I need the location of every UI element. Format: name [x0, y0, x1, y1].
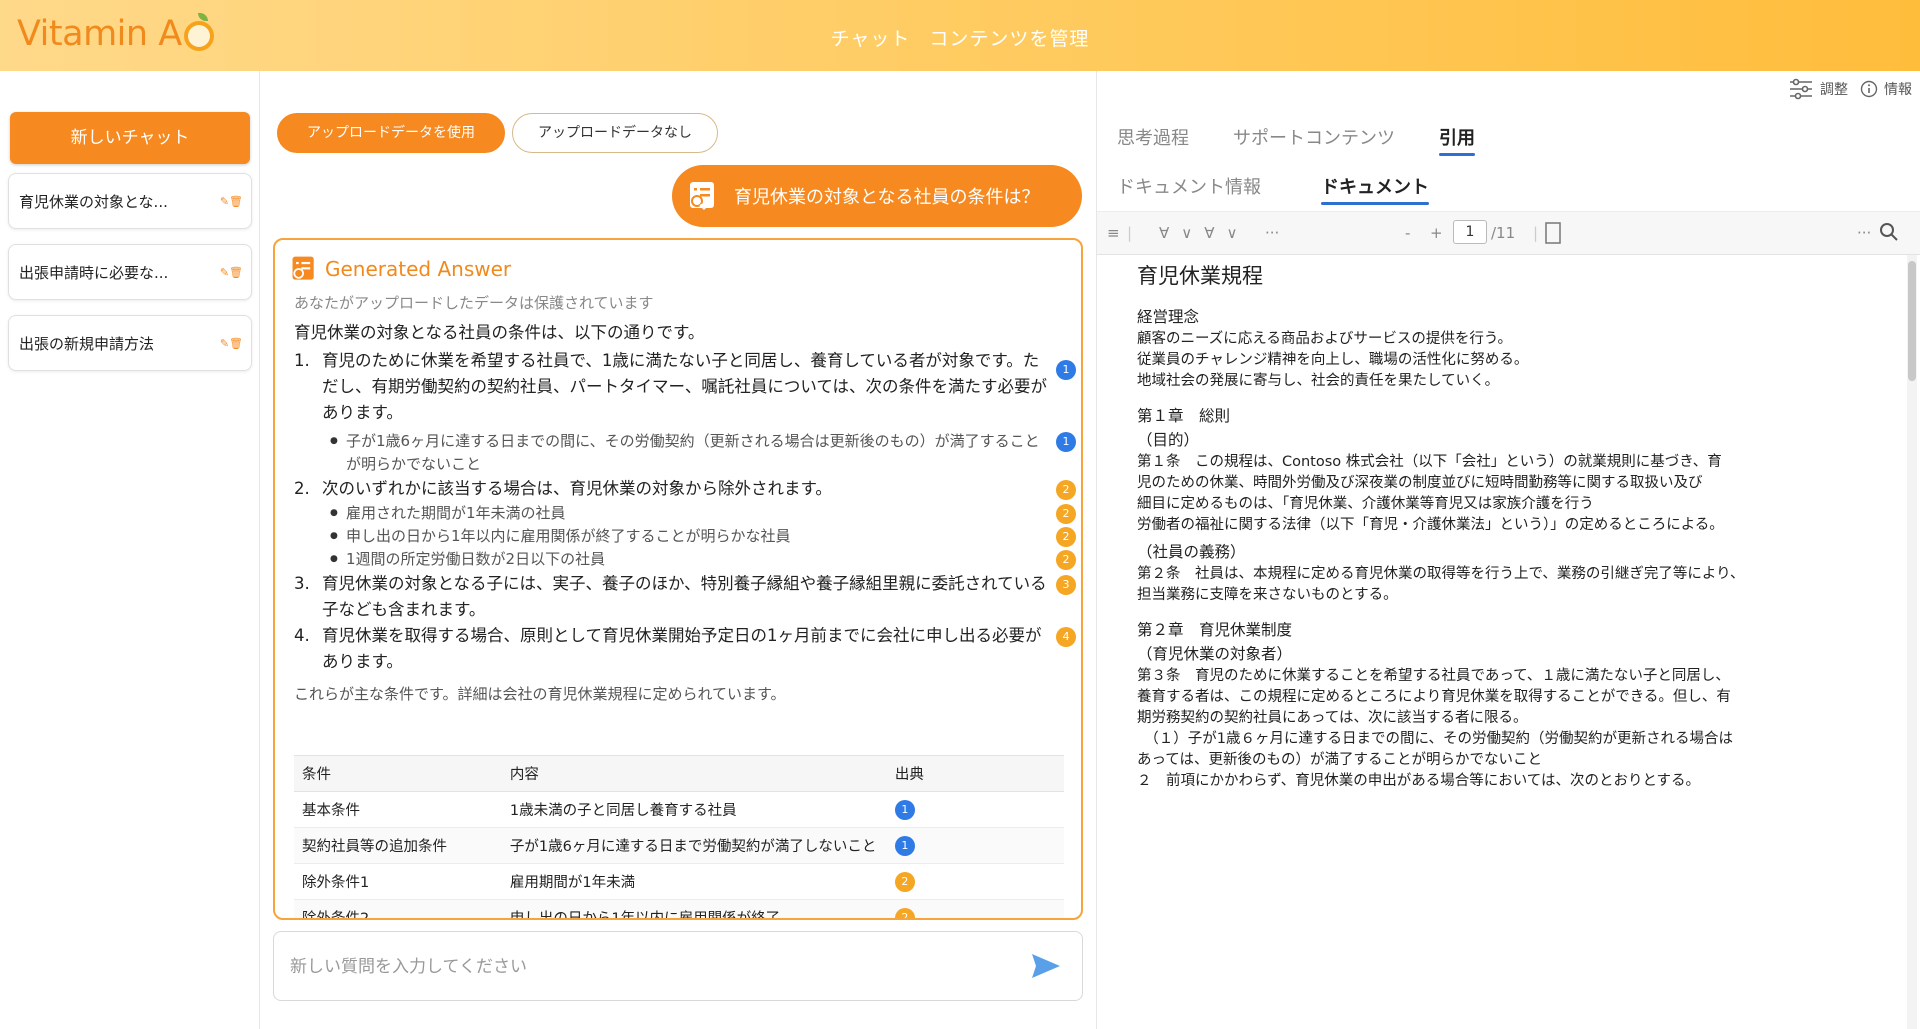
chat-area: アップロードデータを使用 アップロードデータなし 育児休業の対象となる社員の条件…: [261, 71, 1096, 1029]
panel-tabs: 思考過程 サポートコンテンツ 引用: [1117, 124, 1475, 156]
citation-badge[interactable]: 2: [1056, 527, 1076, 547]
tab-thought-process[interactable]: 思考過程: [1117, 124, 1189, 156]
table-row: 除外条件1 雇用期間が1年未満 2: [294, 863, 1064, 900]
generated-answer-card: Generated Answer あなたがアップロードしたデータは保護されていま…: [273, 238, 1083, 920]
citation-badge[interactable]: 4: [1056, 627, 1076, 647]
history-item-label: 出張申請時に必要な...: [19, 264, 169, 282]
sidebar: 新しいチャット 育児休業の対象とな... ✎🗑 出張申請時に必要な... ✎🗑 …: [0, 71, 260, 1029]
citation-badge[interactable]: 1: [894, 799, 915, 820]
answer-list-item: 3. 育児休業の対象となる子には、実子、養子のほか、特別養子縁組や養子縁組里親に…: [294, 571, 1076, 623]
citation-badge[interactable]: 3: [1056, 575, 1076, 595]
page-view-icon[interactable]: [1545, 222, 1561, 248]
sidebar-toggle-icon[interactable]: ≡: [1107, 224, 1120, 242]
tab-support-content[interactable]: サポートコンテンツ: [1233, 124, 1395, 156]
answer-closing: これらが主な条件です。詳細は会社の育児休業規程に定められています。: [294, 685, 786, 703]
nav-chat[interactable]: チャット: [831, 28, 911, 50]
answer-sub-item: 申し出の日から1年以内に雇用関係が終了することが明らかな社員 2: [294, 525, 1076, 548]
citation-badge[interactable]: 2: [894, 871, 915, 892]
nav-manage-content[interactable]: コンテンツを管理: [929, 28, 1089, 50]
table-header-row: 条件 内容 出典: [294, 755, 1064, 792]
question-input-box: [273, 931, 1083, 1001]
citation-badge[interactable]: 1: [1056, 432, 1076, 452]
edit-delete-icons[interactable]: ✎🗑: [220, 316, 243, 372]
answer-title: Generated Answer: [325, 257, 512, 281]
document-scrollbar[interactable]: [1907, 255, 1917, 1029]
history-item[interactable]: 育児休業の対象とな... ✎🗑: [8, 173, 252, 229]
history-item[interactable]: 出張申請時に必要な... ✎🗑: [8, 244, 252, 300]
pdf-document-page: 育児休業規程 経営理念 顧客のニーズに応える商品およびサービスの提供を行う。 従…: [1097, 255, 1905, 1029]
history-item-label: 出張の新規申請方法: [19, 335, 155, 353]
edit-delete-icons[interactable]: ✎🗑: [220, 174, 243, 230]
answer-list-item: 4. 育児休業を取得する場合、原則として育児休業開始予定日の1ヶ月前までに会社に…: [294, 623, 1076, 675]
table-header: 条件: [294, 755, 502, 792]
table-row: 契約社員等の追加条件 子が1歳6ヶ月に達する日まで労働契約が満了しないこと 1: [294, 827, 1064, 864]
tab-citation[interactable]: 引用: [1439, 124, 1475, 156]
app-header: Vitamin A チャット コンテンツを管理: [0, 0, 1920, 71]
tab-document-info[interactable]: ドキュメント情報: [1117, 173, 1261, 205]
document-search-icon: [292, 256, 314, 280]
pdf-toolbar: ≡ | ∀∨∀∨ ··· - + 1 /11 | ···: [1097, 211, 1920, 255]
top-nav: チャット コンテンツを管理: [0, 24, 1920, 51]
toolbar-divider: |: [1127, 224, 1133, 242]
table-header: 内容: [501, 755, 887, 792]
history-item-label: 育児休業の対象とな...: [19, 193, 168, 211]
zoom-in-button[interactable]: +: [1430, 224, 1443, 242]
answer-list-item: 2. 次のいずれかに該当する場合は、育児休業の対象から除外されます。 2: [294, 476, 1076, 502]
table-row: 除外条件2 申し出の日から1年以内に雇用関係が終了 2: [294, 899, 1064, 918]
answer-sub-item: 子が1歳6ヶ月に達する日までの間に、その労働契約（更新される場合は更新後のもの）…: [294, 430, 1076, 476]
citation-badge[interactable]: 2: [1056, 480, 1076, 500]
answer-sub-item: 1週間の所定労働日数が2日以下の社員 2: [294, 548, 1076, 571]
document-content: 育児休業規程 経営理念 顧客のニーズに応える商品およびサービスの提供を行う。 従…: [1137, 261, 1877, 792]
scrollbar-thumb[interactable]: [1908, 261, 1916, 381]
send-icon[interactable]: [1030, 952, 1062, 980]
question-input[interactable]: [290, 952, 990, 982]
new-chat-button[interactable]: 新しいチャット: [10, 112, 250, 164]
document-title: 育児休業規程: [1137, 264, 1263, 288]
answer-intro: 育児休業の対象となる社員の条件は、以下の通りです。: [294, 323, 705, 342]
document-search-icon: [690, 182, 714, 211]
tab-document[interactable]: ドキュメント: [1321, 173, 1429, 205]
no-upload-data-chip[interactable]: アップロードデータなし: [512, 113, 718, 153]
citation-panel: 思考過程 サポートコンテンツ 引用 ドキュメント情報 ドキュメント ≡ | ∀∨…: [1096, 71, 1920, 1029]
question-text: 育児休業の対象となる社員の条件は？: [734, 187, 1040, 208]
answer-table: 条件 内容 出典 基本条件 1歳未満の子と同居し養育する社員 1 契約社員等の追…: [294, 755, 1064, 918]
answer-sub-item: 雇用された期間が1年未満の社員 2: [294, 502, 1076, 525]
answer-list-item: 1. 育児のために休業を希望する社員で、1歳に満たない子と同居し、養育している者…: [294, 348, 1076, 426]
answer-header: Generated Answer: [289, 254, 511, 284]
more-tools-icon[interactable]: ···: [1265, 224, 1279, 242]
toolbar-divider: |: [1533, 224, 1539, 242]
page-total: /11: [1491, 224, 1516, 242]
data-protection-note: あなたがアップロードしたデータは保護されています: [294, 294, 654, 312]
answer-body: 育児休業の対象となる社員の条件は、以下の通りです。 1. 育児のために休業を希望…: [294, 320, 1076, 707]
history-item[interactable]: 出張の新規申請方法 ✎🗑: [8, 315, 252, 371]
more-options-icon[interactable]: ···: [1857, 224, 1871, 242]
use-upload-data-chip[interactable]: アップロードデータを使用: [277, 113, 505, 153]
table-header: 出典: [886, 755, 1064, 792]
search-icon[interactable]: [1879, 222, 1899, 246]
panel-subtabs: ドキュメント情報 ドキュメント: [1117, 173, 1429, 205]
citation-badge[interactable]: 1: [894, 835, 915, 856]
page-number-input[interactable]: 1: [1453, 220, 1487, 244]
annotation-tools[interactable]: ∀∨∀∨: [1159, 224, 1249, 242]
citation-badge[interactable]: 2: [1056, 550, 1076, 570]
user-question-bubble: 育児休業の対象となる社員の条件は？: [672, 165, 1082, 227]
citation-badge[interactable]: 2: [1056, 504, 1076, 524]
citation-badge[interactable]: 1: [1056, 360, 1076, 380]
zoom-out-button[interactable]: -: [1405, 224, 1410, 242]
citation-badge[interactable]: 2: [894, 907, 915, 918]
table-row: 基本条件 1歳未満の子と同居し養育する社員 1: [294, 791, 1064, 828]
edit-delete-icons[interactable]: ✎🗑: [220, 245, 243, 301]
